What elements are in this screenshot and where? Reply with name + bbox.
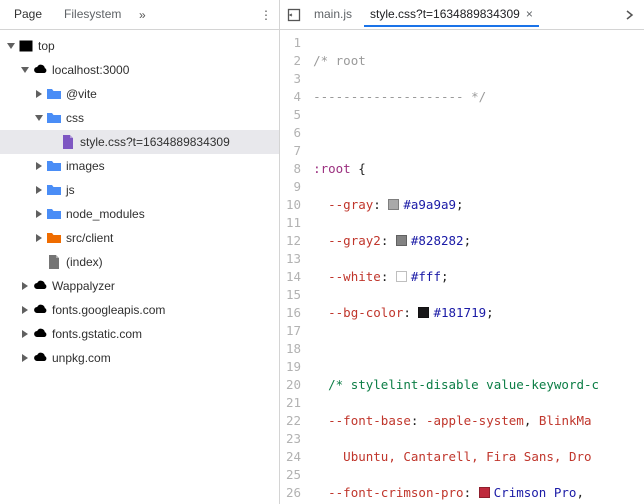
tree-row-gstatic[interactable]: fonts.gstatic.com bbox=[0, 322, 279, 346]
devtools-root: Page Filesystem » ⋮ bbox=[0, 0, 644, 504]
cloud-icon bbox=[32, 302, 48, 318]
kebab-menu-icon[interactable]: ⋮ bbox=[257, 8, 275, 22]
tree-row-css[interactable]: css bbox=[0, 106, 279, 130]
file-icon bbox=[46, 254, 62, 270]
folder-icon bbox=[46, 206, 62, 222]
chevron-right-icon[interactable] bbox=[18, 329, 32, 339]
tree-row-images[interactable]: images bbox=[0, 154, 279, 178]
code-editor[interactable]: 1234567891011121314151617181920212223242… bbox=[280, 30, 644, 504]
color-swatch[interactable] bbox=[396, 235, 407, 246]
tree-label: top bbox=[38, 39, 55, 53]
editor-tab-stylecss[interactable]: style.css?t=1634889834309 × bbox=[364, 3, 539, 27]
chevron-right-icon[interactable] bbox=[32, 89, 46, 99]
file-icon bbox=[60, 134, 76, 150]
file-tree[interactable]: top localhost:3000 @vite css bbox=[0, 30, 279, 504]
folder-icon bbox=[46, 158, 62, 174]
color-swatch[interactable] bbox=[479, 487, 490, 498]
cloud-icon bbox=[32, 62, 48, 78]
left-tabbar: Page Filesystem » ⋮ bbox=[0, 0, 279, 30]
chevron-down-icon[interactable] bbox=[32, 113, 46, 123]
chevron-right-icon[interactable] bbox=[18, 353, 32, 363]
tree-row-unpkg[interactable]: unpkg.com bbox=[0, 346, 279, 370]
tab-page[interactable]: Page bbox=[4, 1, 52, 29]
folder-icon bbox=[46, 230, 62, 246]
folder-icon bbox=[46, 110, 62, 126]
editor-tabbar: main.js style.css?t=1634889834309 × bbox=[280, 0, 644, 30]
chevron-down-icon[interactable] bbox=[18, 65, 32, 75]
code-content[interactable]: /* root -------------------- */ :root { … bbox=[311, 30, 599, 504]
editor-tab-mainjs[interactable]: main.js bbox=[308, 3, 358, 27]
folder-icon bbox=[46, 182, 62, 198]
tree-row-nodemodules[interactable]: node_modules bbox=[0, 202, 279, 226]
panel-toggle-icon[interactable] bbox=[286, 7, 302, 23]
folder-icon bbox=[46, 86, 62, 102]
chevron-right-icon[interactable] bbox=[18, 281, 32, 291]
chevron-right-icon[interactable] bbox=[622, 7, 638, 23]
chevron-right-icon[interactable] bbox=[18, 305, 32, 315]
tree-row-vite[interactable]: @vite bbox=[0, 82, 279, 106]
tree-row-cssfile[interactable]: style.css?t=1634889834309 bbox=[0, 130, 279, 154]
frame-icon bbox=[18, 38, 34, 54]
color-swatch[interactable] bbox=[396, 271, 407, 282]
tree-row-js[interactable]: js bbox=[0, 178, 279, 202]
cloud-icon bbox=[32, 350, 48, 366]
line-gutter: 1234567891011121314151617181920212223242… bbox=[280, 30, 311, 504]
tree-row-host[interactable]: localhost:3000 bbox=[0, 58, 279, 82]
chevron-right-icon[interactable] bbox=[32, 233, 46, 243]
tab-filesystem[interactable]: Filesystem bbox=[54, 1, 131, 29]
tabs-overflow-icon[interactable]: » bbox=[133, 8, 151, 22]
tree-row-top[interactable]: top bbox=[0, 34, 279, 58]
tree-row-googlefonts[interactable]: fonts.googleapis.com bbox=[0, 298, 279, 322]
sources-left-panel: Page Filesystem » ⋮ bbox=[0, 0, 280, 504]
chevron-right-icon[interactable] bbox=[32, 161, 46, 171]
editor-panel: main.js style.css?t=1634889834309 × 1234… bbox=[280, 0, 644, 504]
color-swatch[interactable] bbox=[418, 307, 429, 318]
cloud-icon bbox=[32, 278, 48, 294]
chevron-right-icon[interactable] bbox=[32, 209, 46, 219]
tree-row-wappalyzer[interactable]: Wappalyzer bbox=[0, 274, 279, 298]
color-swatch[interactable] bbox=[388, 199, 399, 210]
chevron-right-icon[interactable] bbox=[32, 185, 46, 195]
tree-row-index[interactable]: (index) bbox=[0, 250, 279, 274]
chevron-down-icon[interactable] bbox=[4, 41, 18, 51]
tree-row-srcclient[interactable]: src/client bbox=[0, 226, 279, 250]
cloud-icon bbox=[32, 326, 48, 342]
close-icon[interactable]: × bbox=[526, 7, 533, 21]
